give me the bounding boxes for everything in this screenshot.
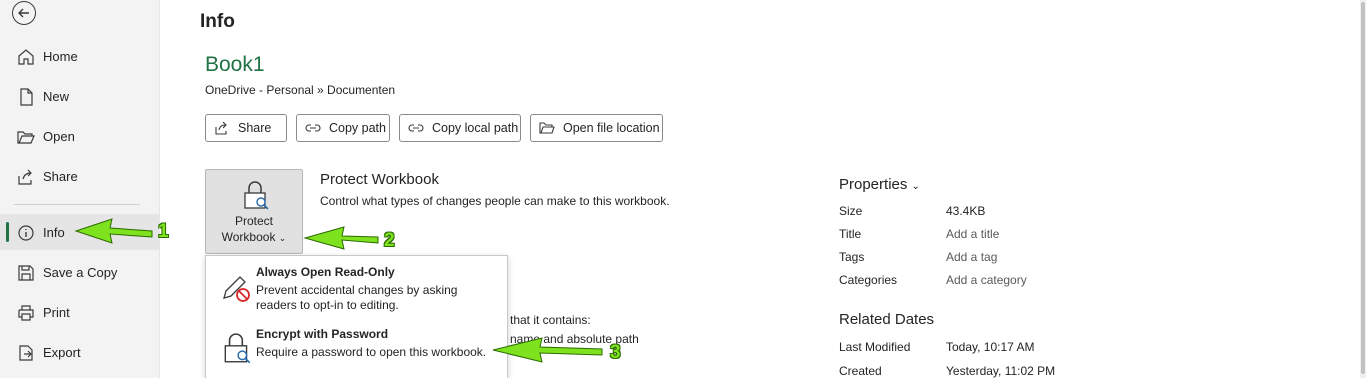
property-value[interactable]: Add a title (946, 227, 999, 241)
sidebar-item-print[interactable]: Print (0, 294, 160, 330)
menu-item-encrypt-with-password[interactable]: Encrypt with Password Require a password… (206, 320, 507, 372)
date-key: Last Modified (839, 340, 911, 354)
chevron-down-icon: ⌄ (911, 181, 920, 192)
pencil-prohibited-icon (223, 276, 250, 302)
date-value: Today, 10:17 AM (946, 340, 1035, 354)
vertical-scrollbar[interactable] (1360, 0, 1366, 378)
protect-workbook-button[interactable]: Protect Workbook ⌄ (205, 169, 303, 254)
annotation-number-3: 3 (610, 342, 621, 363)
annotation-arrow-2 (303, 226, 379, 250)
property-value: 43.4KB (946, 204, 986, 218)
date-value: Yesterday, 11:02 PM (946, 364, 1056, 378)
sidebar: Home New Open Share Info Save a Copy Pri… (0, 0, 160, 378)
save-icon (18, 265, 34, 281)
property-key: Title (839, 227, 862, 241)
folder-open-icon (539, 122, 555, 134)
menu-item-description: readers to opt-in to editing. (256, 298, 399, 312)
copy-path-button[interactable]: Copy path (296, 114, 390, 142)
export-icon (19, 345, 33, 361)
sidebar-item-label: New (43, 89, 70, 104)
date-key: Created (839, 364, 882, 378)
home-icon (18, 49, 34, 65)
lock-key-icon (224, 333, 251, 364)
properties-header[interactable]: Properties ⌄ (839, 176, 920, 193)
copy-path-label: Copy path (329, 121, 386, 135)
sidebar-item-home[interactable]: Home (0, 38, 160, 74)
sidebar-item-label: Export (43, 345, 81, 360)
property-value[interactable]: Add a category (946, 273, 1027, 287)
menu-item-description: Prevent accidental changes by asking (256, 283, 458, 297)
protect-workbook-title: Protect Workbook (320, 171, 439, 188)
properties-header-label: Properties (839, 176, 908, 193)
property-key: Categories (839, 273, 898, 287)
annotation-number-2: 2 (384, 230, 395, 251)
sidebar-item-label: Home (43, 49, 78, 64)
folder-open-icon (17, 131, 35, 144)
sidebar-item-label: Print (43, 305, 70, 320)
protect-workbook-menu: Always Open Read-Only Prevent accidental… (205, 255, 508, 378)
print-icon (18, 305, 34, 321)
property-value[interactable]: Add a tag (946, 250, 997, 264)
menu-item-title: Always Open Read-Only (256, 265, 395, 279)
document-path: OneDrive - Personal » Documenten (205, 83, 396, 97)
new-document-icon (20, 88, 33, 106)
link-icon (305, 124, 321, 132)
back-arrow-icon[interactable] (12, 1, 36, 25)
sidebar-item-share[interactable]: Share (0, 158, 160, 194)
sidebar-item-info[interactable]: Info (0, 214, 160, 250)
related-dates-header: Related Dates (839, 311, 935, 328)
document-title: Book1 (205, 53, 265, 76)
active-indicator (6, 222, 9, 242)
protect-workbook-description: Control what types of changes people can… (320, 194, 670, 208)
link-icon (408, 124, 424, 132)
copy-local-path-label: Copy local path (432, 121, 519, 135)
excel-backstage: Home New Open Share Info Save a Copy Pri… (0, 0, 1366, 378)
sidebar-item-save-a-copy[interactable]: Save a Copy (0, 254, 160, 290)
menu-item-title: Encrypt with Password (256, 327, 389, 341)
property-key: Size (839, 204, 863, 218)
sidebar-item-label: Save a Copy (43, 265, 118, 280)
protect-button-label-line2-text: Workbook (221, 230, 276, 244)
inspect-text-partial: that it contains: (510, 313, 591, 327)
sidebar-item-open[interactable]: Open (0, 118, 160, 154)
sidebar-item-new[interactable]: New (0, 78, 160, 114)
sidebar-item-label: Share (43, 169, 78, 184)
copy-local-path-button[interactable]: Copy local path (399, 114, 521, 142)
lock-key-icon (244, 181, 269, 210)
menu-item-description: Require a password to open this workbook… (256, 345, 487, 359)
share-icon (215, 121, 227, 135)
open-file-location-label: Open file location (563, 121, 660, 135)
chevron-down-icon: ⌄ (278, 233, 287, 243)
annotation-number-1: 1 (158, 221, 169, 242)
open-file-location-button[interactable]: Open file location (530, 114, 663, 142)
sidebar-item-export[interactable]: Export (0, 334, 160, 370)
share-icon (18, 169, 32, 185)
property-key: Tags (839, 250, 865, 264)
protect-button-label-line2: Workbook ⌄ (206, 230, 302, 244)
sidebar-item-label: Open (43, 129, 75, 144)
scrollbar-thumb[interactable] (1361, 2, 1365, 374)
menu-item-always-open-read-only[interactable]: Always Open Read-Only Prevent accidental… (206, 256, 507, 318)
share-button[interactable]: Share (205, 114, 287, 142)
page-title: Info (200, 11, 235, 32)
sidebar-divider (14, 204, 140, 205)
sidebar-item-label: Info (43, 225, 65, 240)
protect-button-label-line1: Protect (234, 214, 273, 228)
share-button-label: Share (238, 121, 272, 135)
info-icon (18, 225, 34, 241)
